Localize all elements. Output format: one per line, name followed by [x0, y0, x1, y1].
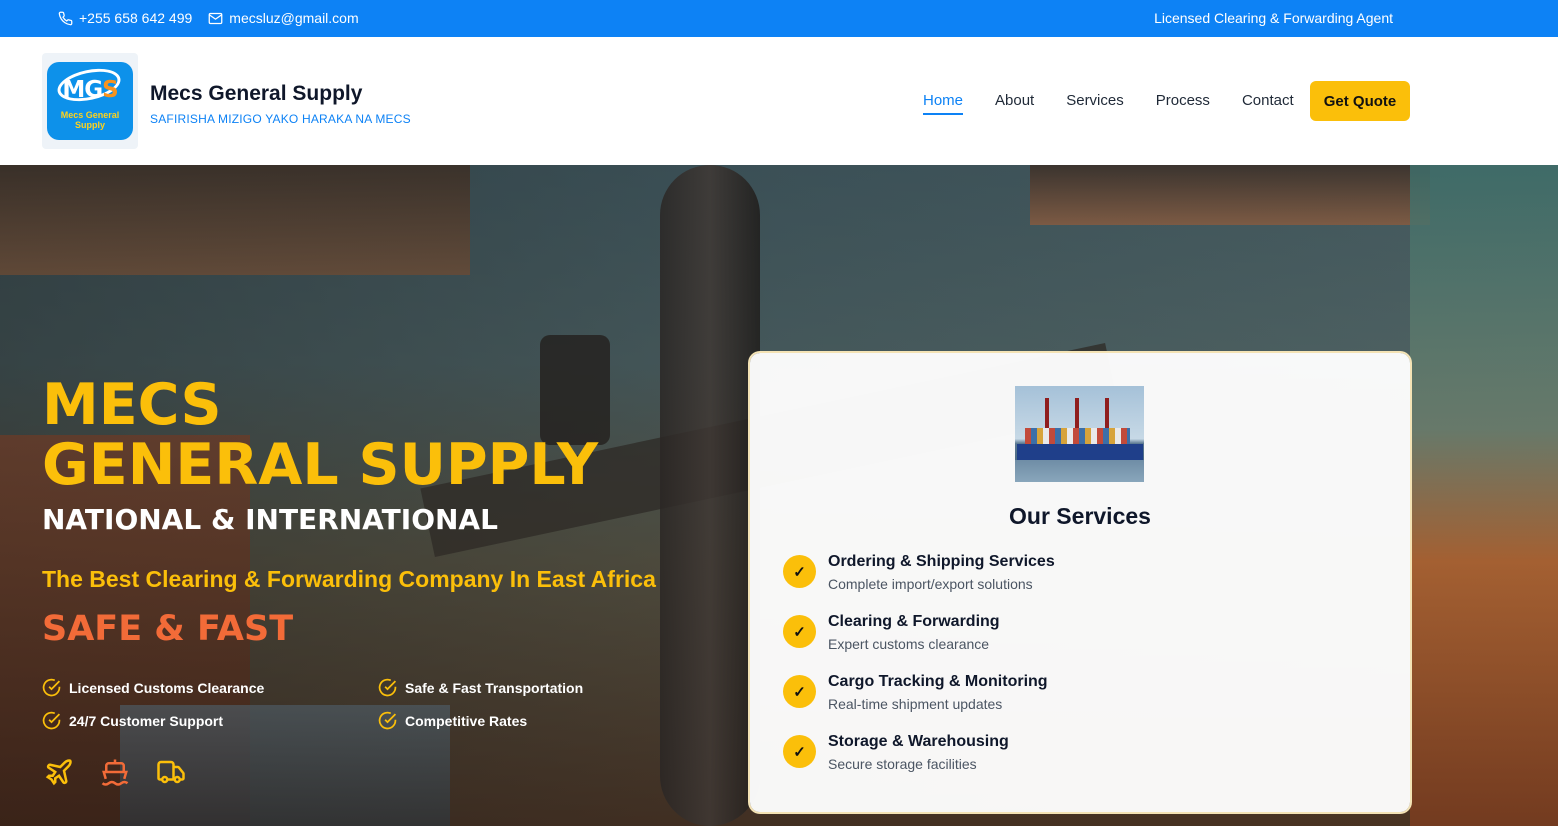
background-container — [1410, 165, 1558, 826]
check-circle-icon — [378, 711, 397, 730]
logo-mark: MGS Mecs General Supply — [47, 62, 133, 140]
services-list: ✓ Ordering & Shipping Services Complete … — [783, 553, 1055, 793]
services-card: Our Services ✓ Ordering & Shipping Servi… — [750, 353, 1410, 812]
service-name: Storage & Warehousing — [828, 733, 1009, 750]
brand-tagline: SAFIRISHA MIZIGO YAKO HARAKA NA MECS — [150, 112, 411, 126]
hero-title-line1: MECS — [42, 372, 222, 438]
check-icon: ✓ — [783, 555, 816, 588]
nav-process[interactable]: Process — [1156, 92, 1210, 115]
hero-text: MECS GENERAL SUPPLY NATIONAL & INTERNATI… — [42, 375, 656, 649]
feature-item: Competitive Rates — [378, 711, 678, 730]
hero-title-line2: GENERAL SUPPLY — [42, 432, 599, 498]
nav-contact[interactable]: Contact — [1242, 92, 1294, 115]
plane-icon — [45, 759, 72, 786]
transport-icons — [44, 757, 186, 787]
service-desc: Expert customs clearance — [828, 636, 990, 652]
check-icon: ✓ — [783, 675, 816, 708]
nav-about[interactable]: About — [995, 92, 1034, 115]
background-container — [1030, 165, 1430, 225]
service-name: Clearing & Forwarding — [828, 613, 1000, 630]
top-contact-bar: +255 658 642 499 mecsluz@gmail.com Licen… — [0, 0, 1558, 37]
site-header: MGS Mecs General Supply Mecs General Supp… — [0, 37, 1558, 165]
feature-list: Licensed Customs Clearance Safe & Fast T… — [42, 678, 678, 730]
license-tagline: Licensed Clearing & Forwarding Agent — [1154, 10, 1393, 26]
check-circle-icon — [42, 678, 61, 697]
email-address: mecsluz@gmail.com — [229, 10, 359, 26]
phone-icon — [58, 11, 73, 25]
hero-slogan: SAFE & FAST — [42, 609, 294, 649]
hero-section: MECS GENERAL SUPPLY NATIONAL & INTERNATI… — [0, 165, 1558, 826]
service-name: Ordering & Shipping Services — [828, 553, 1055, 570]
hero-tagline: The Best Clearing & Forwarding Company I… — [42, 566, 656, 592]
service-desc: Real-time shipment updates — [828, 696, 1003, 712]
get-quote-button[interactable]: Get Quote — [1310, 81, 1410, 121]
service-item: ✓ Storage & Warehousing Secure storage f… — [783, 733, 1055, 793]
service-item: ✓ Ordering & Shipping Services Complete … — [783, 553, 1055, 613]
feature-item: 24/7 Customer Support — [42, 711, 378, 730]
check-circle-icon — [42, 711, 61, 730]
service-desc: Secure storage facilities — [828, 756, 977, 772]
phone-link[interactable]: +255 658 642 499 — [58, 10, 192, 26]
logo[interactable]: MGS Mecs General Supply — [42, 53, 138, 149]
check-icon: ✓ — [783, 735, 816, 768]
phone-number: +255 658 642 499 — [79, 10, 193, 26]
service-name: Cargo Tracking & Monitoring — [828, 673, 1048, 690]
truck-icon — [157, 760, 185, 784]
service-item: ✓ Clearing & Forwarding Expert customs c… — [783, 613, 1055, 673]
main-nav: Home About Services Process Contact — [923, 92, 1294, 115]
email-link[interactable]: mecsluz@gmail.com — [208, 10, 359, 26]
service-desc: Complete import/export solutions — [828, 576, 1033, 592]
contact-info: +255 658 642 499 mecsluz@gmail.com — [58, 10, 359, 26]
check-icon: ✓ — [783, 615, 816, 648]
check-circle-icon — [378, 678, 397, 697]
background-container — [0, 165, 470, 275]
hero-subtitle: NATIONAL & INTERNATIONAL — [42, 503, 498, 536]
mail-icon — [208, 12, 223, 24]
services-title: Our Services — [1009, 503, 1151, 529]
nav-services[interactable]: Services — [1066, 92, 1124, 115]
nav-home[interactable]: Home — [923, 92, 964, 115]
service-item: ✓ Cargo Tracking & Monitoring Real-time … — [783, 673, 1055, 733]
brand-name: Mecs General Supply — [150, 82, 363, 105]
feature-item: Licensed Customs Clearance — [42, 678, 378, 697]
brand: Mecs General Supply SAFIRISHA MIZIGO YAK… — [150, 82, 411, 126]
ship-icon — [101, 759, 129, 786]
feature-item: Safe & Fast Transportation — [378, 678, 678, 697]
cargo-ship-image — [1015, 386, 1144, 482]
